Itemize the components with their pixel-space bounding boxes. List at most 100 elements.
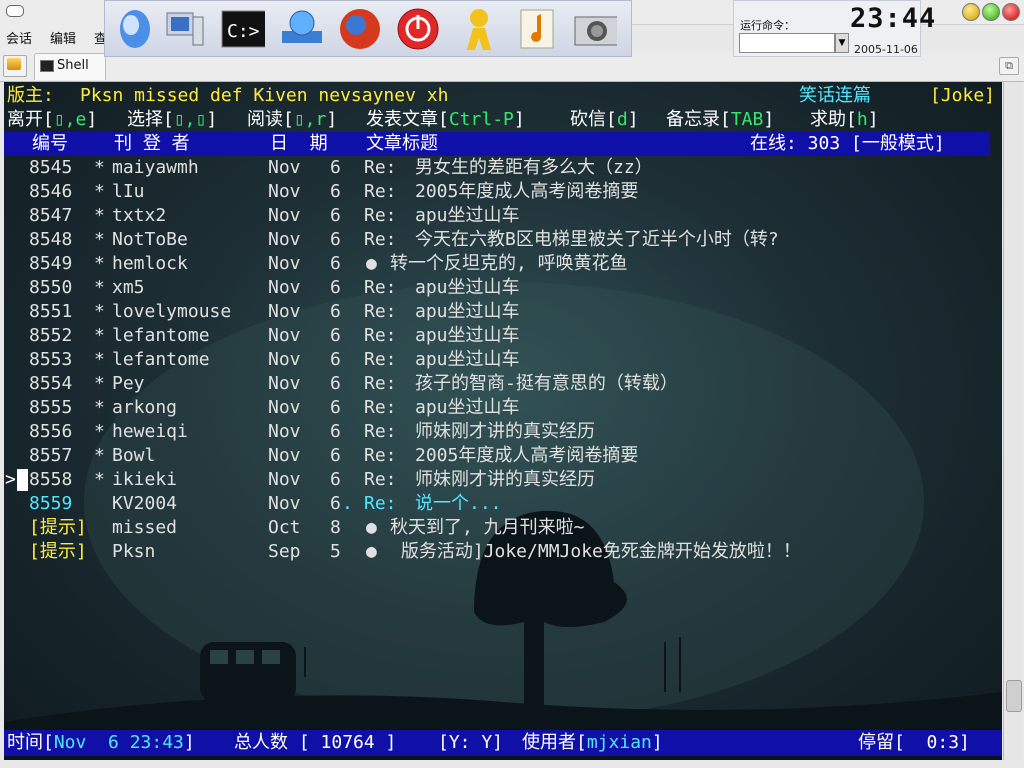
post-day: 6 [330,493,341,514]
close-tab-button[interactable]: ⧉ [999,57,1019,75]
post-mark: * [94,325,105,346]
post-mark: * [94,229,105,250]
post-day: 6 [330,325,341,346]
command-hint-select[interactable]: 选择[▯,▯] [127,108,228,132]
post-mark: * [94,253,105,274]
menu-session[interactable]: 会话 [6,28,32,47]
post-month: Nov [268,325,301,346]
notice-author: missed [112,517,178,538]
post-title: 今天在六教B区电梯里被关了近半个小时（转? [415,229,779,250]
run-command-input[interactable] [739,33,835,53]
post-prefix: Re: [364,445,397,466]
scrollbar-thumb[interactable] [1006,680,1022,712]
menu-view[interactable]: 查 [94,28,104,47]
window-menu-icon[interactable] [6,5,24,17]
new-session-button[interactable] [3,55,27,77]
maximize-button[interactable] [982,3,1000,21]
network-icon[interactable] [279,7,323,51]
post-row[interactable]: 8556 * heweiqi Nov 6 Re: 师妹刚才讲的真实经历 [4,420,1002,444]
quicktime-icon[interactable] [111,7,155,51]
command-hint-leave[interactable]: 离开[▯,e] [7,108,108,132]
post-author: hemlock [112,253,188,274]
post-title: 师妹刚才讲的真实经历 [415,421,595,442]
post-row[interactable]: 8558 * ikieki Nov 6 Re: 师妹刚才讲的真实经历 [4,468,1002,492]
post-month: Nov [268,301,301,322]
command-hint-delete[interactable]: 砍信[d] [570,108,649,132]
minimize-button[interactable] [962,3,980,21]
post-author: txtx2 [112,205,167,226]
post-mark: * [94,157,105,178]
command-hint-post[interactable]: 发表文章[Ctrl-P] [366,108,536,132]
post-num: 8556 [29,421,73,442]
computer-icon[interactable] [163,7,207,51]
terminal-scrollbar[interactable] [1003,82,1022,760]
moderator-list: Pksn missed def Kiven nevsaynev xh [80,85,449,106]
post-prefix: Re: [364,205,397,226]
status-username: 使用者[mjxian] [522,732,663,753]
menu-edit[interactable]: 编辑 [50,28,76,47]
music-icon[interactable] [515,7,559,51]
tab-shell[interactable]: Shell [34,53,106,80]
post-mark: * [94,469,105,490]
post-row[interactable]: 8545 * maiyawmh Nov 6 Re: 男女生的差距有多么大（zz） [4,156,1002,180]
post-title: apu坐过山车 [415,397,520,418]
notice-month: Oct [268,517,301,538]
column-author: 刊 登 者 [114,133,190,154]
post-row[interactable]: 8548 * NotToBe Nov 6 Re: 今天在六教B区电梯里被关了近半个小时（转? [4,228,1002,252]
notice-month: Sep [268,541,301,562]
post-row[interactable]: 8547 * txtx2 Nov 6 Re: apu坐过山车 [4,204,1002,228]
notice-tag: [提示] [29,517,87,538]
power-icon[interactable] [395,7,439,51]
post-month: Nov [268,445,301,466]
post-row[interactable]: 8555 * arkong Nov 6 Re: apu坐过山车 [4,396,1002,420]
browser-icon[interactable] [337,7,381,51]
post-num: 8557 [29,445,73,466]
command-hint-help[interactable]: 求助[h] [810,108,879,132]
post-day: 6 [330,373,341,394]
post-day: 6 [330,253,341,274]
post-mark: * [94,205,105,226]
post-day: 6 [330,445,341,466]
post-num: 8546 [29,181,73,202]
notice-row[interactable]: [提示] Pksn Sep 5 ● 版务活动]Joke/MMJoke免死金牌开始… [4,540,1002,564]
post-num: 8550 [29,277,73,298]
post-title: 2005年度成人高考阅卷摘要 [415,445,639,466]
user-icon[interactable] [457,7,501,51]
post-prefix: Re: [364,397,397,418]
post-num: 8552 [29,325,73,346]
post-month: Nov [268,277,301,298]
post-num: 8554 [29,373,73,394]
launcher-panel: C:> [104,0,632,57]
post-prefix: Re: [364,325,397,346]
command-hint-memo[interactable]: 备忘录[TAB] [666,108,785,132]
close-button[interactable] [1002,3,1020,21]
terminal-icon[interactable]: C:> [221,7,265,51]
command-hint-read[interactable]: 阅读[▯,r] [247,108,348,132]
post-title: apu坐过山车 [415,301,520,322]
post-row-new[interactable]: 8559 KV2004 Nov 6 . Re: 说一个... [4,492,1002,516]
notice-bullet: ● [366,517,377,538]
post-row[interactable]: 8557 * Bowl Nov 6 Re: 2005年度成人高考阅卷摘要 [4,444,1002,468]
terminal-screen[interactable]: 版主: Pksn missed def Kiven nevsaynev xh 笑… [4,82,1002,760]
post-row[interactable]: 8552 * lefantome Nov 6 Re: apu坐过山车 [4,324,1002,348]
notice-row[interactable]: [提示] missed Oct 8 ● 秋天到了, 九月刊来啦~ [4,516,1002,540]
notice-tag: [提示] [29,541,87,562]
camera-icon[interactable] [573,7,617,51]
notice-author: Pksn [112,541,156,562]
post-row[interactable]: 8549 * hemlock Nov 6 ● 转一个反坦克的, 呼唤黄花鱼 [4,252,1002,276]
post-author: lefantome [112,325,210,346]
post-row[interactable]: 8550 * xm5 Nov 6 Re: apu坐过山车 [4,276,1002,300]
post-month: Nov [268,469,301,490]
post-row[interactable]: 8546 * lIu Nov 6 Re: 2005年度成人高考阅卷摘要 [4,180,1002,204]
post-row[interactable]: 8553 * lefantome Nov 6 Re: apu坐过山车 [4,348,1002,372]
run-history-dropdown[interactable]: ▼ [835,33,849,53]
post-day: 6 [330,229,341,250]
post-num: 8548 [29,229,73,250]
post-row[interactable]: 8554 * Pey Nov 6 Re: 孩子的智商-挺有意思的（转载） [4,372,1002,396]
status-time: 时间[Nov 6 23:43] [7,732,206,753]
post-row[interactable]: 8551 * lovelymouse Nov 6 Re: apu坐过山车 [4,300,1002,324]
column-num: 编号 [32,133,68,154]
post-month: Nov [268,373,301,394]
status-bar: 时间[Nov 6 23:43] 总人数 [ 10764 ] [Y: Y] 使用者… [4,730,1002,756]
post-num: 8559 [29,493,73,514]
